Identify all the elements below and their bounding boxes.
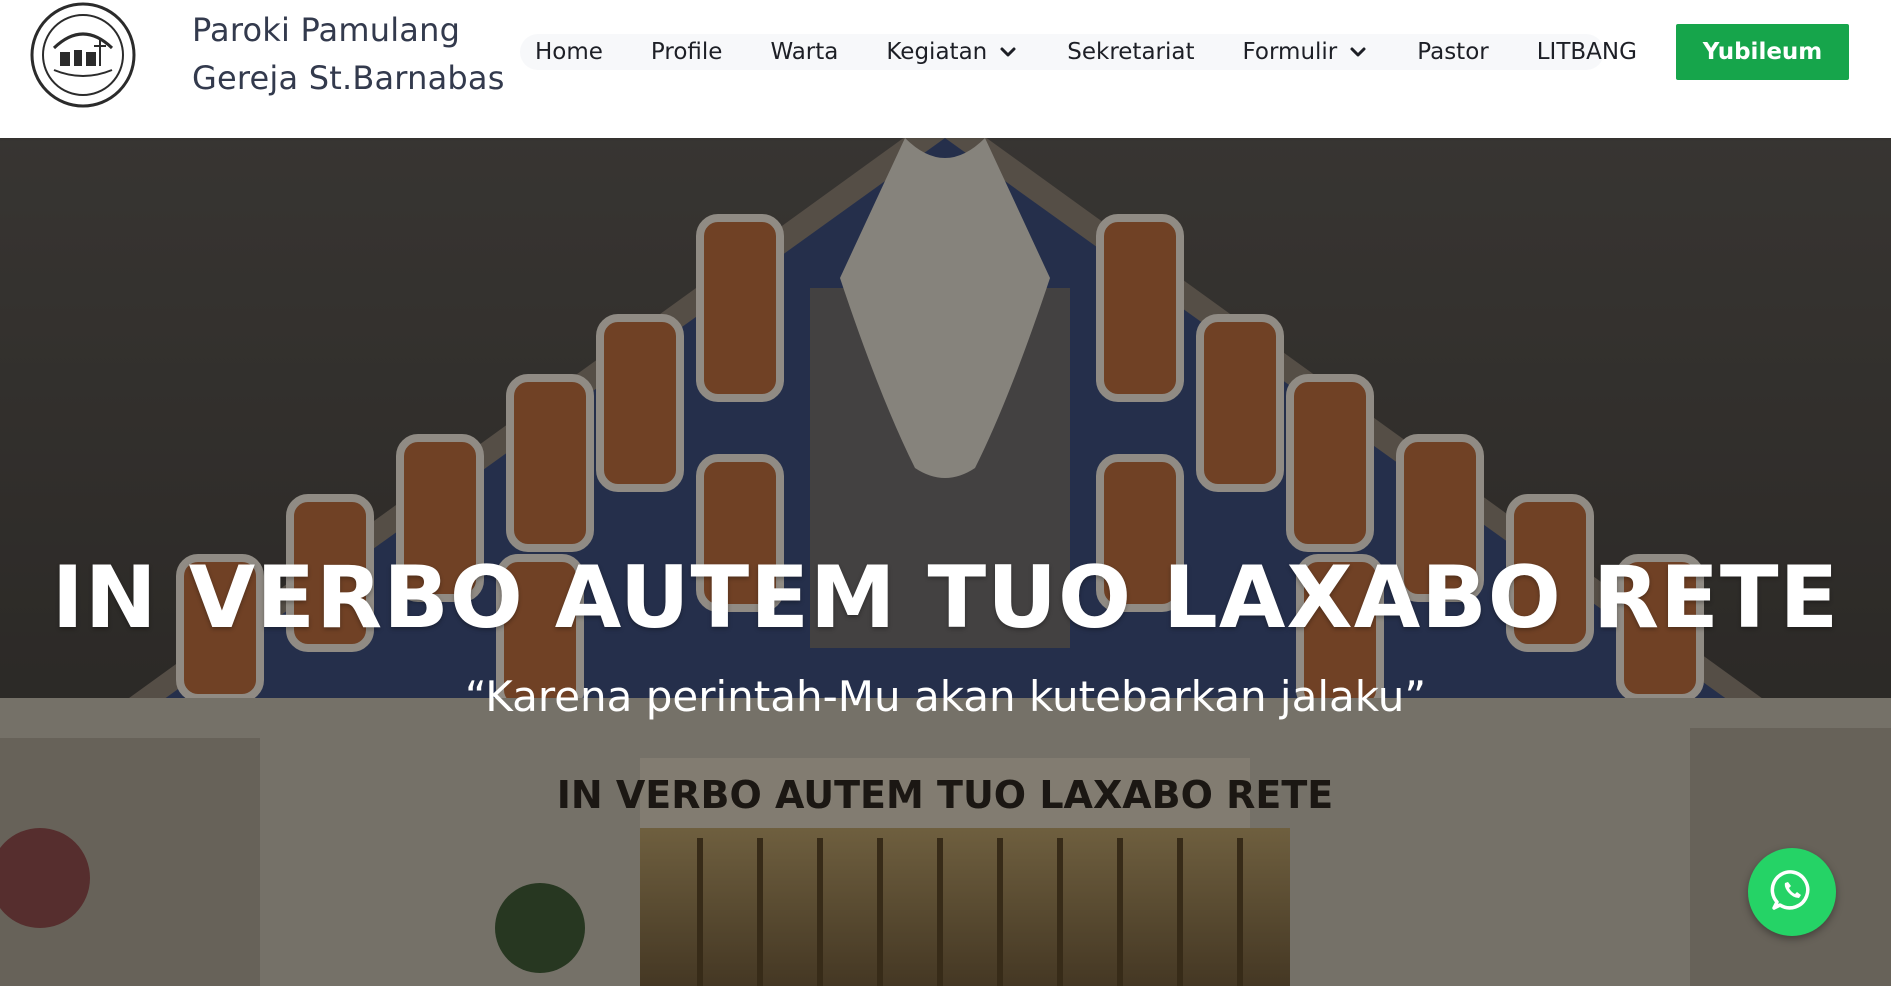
nav-label: LITBANG [1536,39,1637,65]
site-brand[interactable]: Paroki Pamulang Gereja St.Barnabas [192,6,505,102]
nav-label: Warta [770,39,839,65]
chevron-down-icon [997,41,1019,63]
chevron-down-icon [1347,41,1369,63]
whatsapp-icon [1769,867,1815,917]
nav-item-home[interactable]: Home [535,39,603,65]
hero-subtitle: “Karena perintah-Mu akan kutebarkan jala… [464,672,1427,721]
brand-line-2: Gereja St.Barnabas [192,59,505,97]
nav-item-kegiatan[interactable]: Kegiatan [886,39,1019,65]
hero-title: IN VERBO AUTEM TUO LAXABO RETE [51,548,1840,648]
nav-item-warta[interactable]: Warta [770,39,838,65]
nav-label: Home [535,39,603,65]
nav-item-litbang[interactable]: LITBANG [1537,39,1637,65]
nav-item-formulir[interactable]: Formulir [1243,39,1370,65]
brand-line-1: Paroki Pamulang [192,11,461,49]
parish-seal-logo[interactable] [24,0,142,110]
yubileum-button[interactable]: Yubileum [1676,24,1849,80]
nav-item-profile[interactable]: Profile [651,39,723,65]
site-header: Paroki Pamulang Gereja St.Barnabas Home … [0,0,1891,138]
nav-label: Sekretariat [1067,39,1195,65]
nav-label: Formulir [1242,39,1338,65]
hero-banner: IN VERBO AUTEM TUO LAXABO RETE IN VERBO … [0,138,1891,986]
nav-label: Kegiatan [886,39,988,65]
nav-label: Profile [650,39,723,65]
nav-label: Pastor [1417,39,1489,65]
whatsapp-button[interactable] [1748,848,1836,936]
main-nav: Home Profile Warta Kegiatan Sekretariat … [535,34,1685,70]
nav-item-sekretariat[interactable]: Sekretariat [1067,39,1194,65]
nav-item-pastor[interactable]: Pastor [1417,39,1488,65]
